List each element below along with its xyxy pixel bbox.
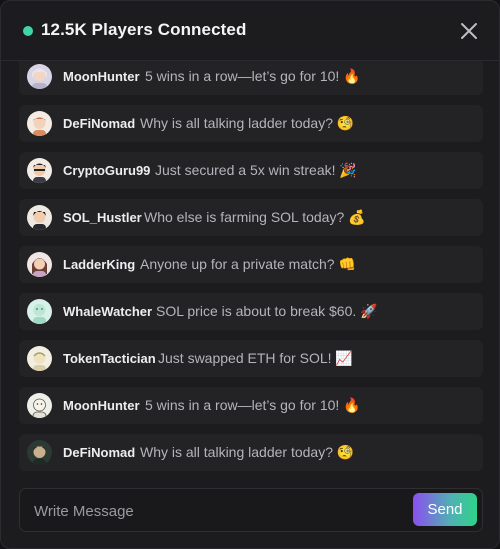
chat-message: DeFiNomad Why is all talking ladder toda…: [19, 434, 483, 471]
close-icon[interactable]: [457, 19, 481, 43]
message-text: Anyone up for a private match? 👊: [140, 256, 356, 272]
message-list[interactable]: MoonHunter 5 wins in a row—let’s go for …: [19, 61, 483, 473]
message-text: Why is all talking ladder today? 🧐: [140, 115, 355, 131]
message-text: 5 wins in a row—let’s go for 10! 🔥: [145, 397, 361, 413]
chat-message: MoonHunter 5 wins in a row—let’s go for …: [19, 387, 483, 424]
avatar: [27, 299, 52, 324]
message-input[interactable]: [34, 499, 404, 523]
message-username[interactable]: WhaleWatcher: [63, 304, 152, 319]
chat-message: WhaleWatcher SOL price is about to break…: [19, 293, 483, 330]
message-username[interactable]: SOL_Hustler: [63, 210, 142, 225]
avatar: [27, 252, 52, 277]
chat-message: LadderKing Anyone up for a private match…: [19, 246, 483, 283]
avatar: [27, 111, 52, 136]
online-status-dot: [23, 26, 33, 36]
avatar: [27, 64, 52, 89]
avatar: [27, 440, 52, 465]
avatar: [27, 393, 52, 418]
message-username[interactable]: LadderKing: [63, 257, 135, 272]
chat-header: 12.5K Players Connected: [1, 1, 499, 61]
players-connected-title: 12.5K Players Connected: [41, 20, 247, 39]
chat-panel: 12.5K Players Connected MoonHunter 5 win…: [0, 0, 500, 549]
avatar: [27, 346, 52, 371]
message-composer: Send: [19, 488, 483, 532]
message-text: SOL price is about to break $60. 🚀: [156, 303, 378, 319]
chat-message: SOL_Hustler Who else is farming SOL toda…: [19, 199, 483, 236]
message-username[interactable]: DeFiNomad: [63, 116, 135, 131]
chat-message: TokenTactician Just swapped ETH for SOL!…: [19, 340, 483, 377]
message-text: Why is all talking ladder today? 🧐: [140, 444, 355, 460]
message-username[interactable]: TokenTactician: [63, 351, 156, 366]
send-button[interactable]: Send: [413, 493, 477, 526]
message-username[interactable]: CryptoGuru99: [63, 163, 150, 178]
message-username[interactable]: MoonHunter: [63, 398, 140, 413]
message-username[interactable]: MoonHunter: [63, 69, 140, 84]
chat-message: CryptoGuru99 Just secured a 5x win strea…: [19, 152, 483, 189]
avatar: [27, 158, 52, 183]
message-username[interactable]: DeFiNomad: [63, 445, 135, 460]
chat-message: DeFiNomad Why is all talking ladder toda…: [19, 105, 483, 142]
message-text: 5 wins in a row—let’s go for 10! 🔥: [145, 68, 361, 84]
message-text: Just swapped ETH for SOL! 📈: [158, 350, 353, 366]
chat-message: MoonHunter 5 wins in a row—let’s go for …: [19, 61, 483, 95]
avatar: [27, 205, 52, 230]
message-text: Just secured a 5x win streak! 🎉: [155, 162, 357, 178]
message-text: Who else is farming SOL today? 💰: [144, 209, 366, 225]
